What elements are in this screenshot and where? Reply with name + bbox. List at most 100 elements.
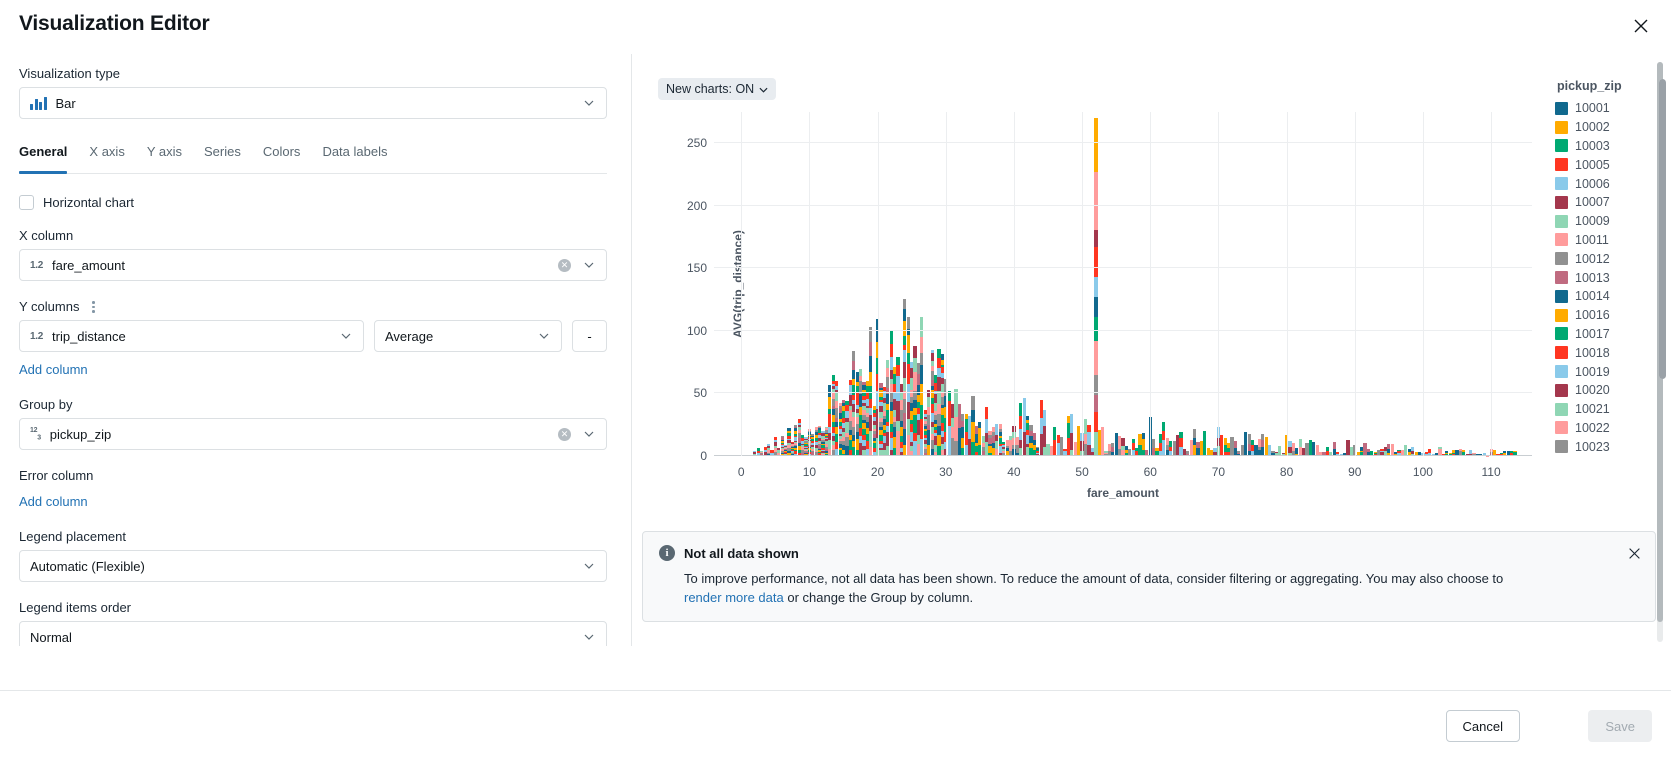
add-y-column-link[interactable]: Add column xyxy=(19,362,88,377)
y-column-value: trip_distance xyxy=(52,328,126,344)
cancel-button[interactable]: Cancel xyxy=(1445,710,1520,742)
y-column-select[interactable]: 1.2 trip_distance xyxy=(19,320,364,352)
legend-item[interactable]: 10016 xyxy=(1555,306,1663,325)
new-charts-label: New charts: ON xyxy=(666,82,755,96)
close-icon[interactable] xyxy=(1625,544,1643,562)
chart-preview: AVG(trip_distance) fare_amount 0 50 100 150… xyxy=(632,100,1532,500)
legend-item[interactable]: 10018 xyxy=(1555,343,1663,362)
y-axis-tick: 250 xyxy=(686,136,707,151)
numeric-type-icon: 123 xyxy=(30,426,41,442)
legend-item[interactable]: 10002 xyxy=(1555,118,1663,137)
bar-segment xyxy=(1093,412,1098,433)
render-more-data-link[interactable]: render more data xyxy=(684,588,784,607)
bar-segment xyxy=(920,384,924,405)
tab-series[interactable]: Series xyxy=(193,144,252,173)
tab-general[interactable]: General xyxy=(19,144,78,174)
x-column-select[interactable]: 1.2 fare_amount ✕ xyxy=(19,249,607,281)
bar-segment xyxy=(889,343,893,358)
page-title: Visualization Editor xyxy=(19,12,210,35)
bar-segment xyxy=(1298,438,1302,448)
y-gridline xyxy=(714,267,1532,269)
bar-segment xyxy=(1093,432,1098,456)
legend-placement-select[interactable]: Automatic (Flexible) xyxy=(19,550,607,582)
chevron-down-icon xyxy=(582,258,596,272)
legend-swatch xyxy=(1555,252,1568,266)
bar-segment xyxy=(1141,432,1146,440)
legend-label: 10001 xyxy=(1575,101,1610,116)
legend-item[interactable]: 10003 xyxy=(1555,137,1663,156)
numeric-type-icon: 1.2 xyxy=(30,330,44,342)
banner-text-before-link: To improve performance, not all data has… xyxy=(684,571,1504,586)
legend-item[interactable]: 10020 xyxy=(1555,381,1663,400)
chart-legend: pickup_zip 10001 10002 10003 10005 10006 1000… xyxy=(1555,79,1666,456)
legend-swatch xyxy=(1555,421,1568,435)
legend-item[interactable]: 10023 xyxy=(1555,437,1663,456)
legend-item[interactable]: 10001 xyxy=(1555,99,1663,118)
legend-label: 10018 xyxy=(1575,345,1610,360)
clear-group-by-icon[interactable]: ✕ xyxy=(558,427,571,441)
legend-item[interactable]: 10011 xyxy=(1555,231,1663,250)
x-axis-tick: 110 xyxy=(1481,465,1501,479)
legend-item[interactable]: 10009 xyxy=(1555,212,1663,231)
bar-segment xyxy=(858,368,863,376)
x-gridline xyxy=(809,112,811,456)
legend-item[interactable]: 10006 xyxy=(1555,174,1663,193)
new-charts-toggle[interactable]: New charts: ON xyxy=(658,78,777,100)
x-axis-tick: 30 xyxy=(939,465,953,479)
group-by-group: Group by 123 pickup_zip ✕ xyxy=(19,397,613,450)
y-columns-menu-icon[interactable] xyxy=(89,299,98,315)
legend-item[interactable]: 10014 xyxy=(1555,287,1663,306)
legend-swatch xyxy=(1555,139,1568,153)
x-axis-tick: 40 xyxy=(1007,465,1021,479)
viz-type-value: Bar xyxy=(55,95,76,111)
visualization-editor-modal: Visualization Editor Visualization type … xyxy=(0,0,1671,763)
viz-type-select[interactable]: Bar xyxy=(19,87,607,119)
horizontal-chart-row[interactable]: Horizontal chart xyxy=(19,195,613,210)
legend-item[interactable]: 10007 xyxy=(1555,193,1663,212)
tab-y-axis[interactable]: Y axis xyxy=(136,144,193,173)
add-error-column-link[interactable]: Add column xyxy=(19,494,88,509)
not-all-data-banner: i Not all data shown To improve performa… xyxy=(642,531,1656,622)
tab-x-axis[interactable]: X axis xyxy=(78,144,135,173)
tab-data-labels[interactable]: Data labels xyxy=(311,144,398,173)
x-gridline xyxy=(1491,112,1493,456)
legend-label: 10011 xyxy=(1575,232,1609,247)
x-axis-tick: 50 xyxy=(1075,465,1089,479)
legend-label: 10023 xyxy=(1575,439,1610,454)
legend-label: 10005 xyxy=(1575,157,1610,172)
legend-order-select[interactable]: Normal xyxy=(19,621,607,646)
legend-item[interactable]: 10013 xyxy=(1555,268,1663,287)
legend-scrollbar[interactable] xyxy=(1659,79,1666,379)
tab-colors[interactable]: Colors xyxy=(252,144,312,173)
bar-segment xyxy=(1192,429,1197,438)
scrollbar-thumb[interactable] xyxy=(1659,79,1666,379)
legend-item[interactable]: 10012 xyxy=(1555,249,1663,268)
bar-segment xyxy=(971,409,975,423)
banner-title: Not all data shown xyxy=(684,545,799,561)
legend-item[interactable]: 10019 xyxy=(1555,362,1663,381)
legend-swatch xyxy=(1555,120,1568,134)
remove-y-column-button[interactable]: - xyxy=(572,320,607,352)
legend-item[interactable]: 10005 xyxy=(1555,155,1663,174)
bar-segment xyxy=(1233,441,1238,449)
bar-segment xyxy=(1093,297,1098,318)
close-icon[interactable] xyxy=(1629,14,1653,38)
bar-segment xyxy=(835,393,839,402)
legend-order-label: Legend items order xyxy=(19,600,132,615)
horizontal-chart-checkbox[interactable] xyxy=(19,195,34,210)
chevron-down-icon xyxy=(582,559,596,573)
group-by-select[interactable]: 123 pickup_zip ✕ xyxy=(19,418,607,450)
y-aggregate-select[interactable]: Average xyxy=(374,320,562,352)
legend-item[interactable]: 10021 xyxy=(1555,400,1663,419)
legend-item[interactable]: 10017 xyxy=(1555,325,1663,344)
bar-segment xyxy=(971,396,975,410)
banner-text-after-link: or change the Group by column. xyxy=(783,590,974,605)
legend-title: pickup_zip xyxy=(1557,79,1622,93)
banner-body: To improve performance, not all data has… xyxy=(684,569,1514,607)
legend-item[interactable]: 10022 xyxy=(1555,419,1663,438)
x-gridline xyxy=(1354,112,1356,456)
bar-segment xyxy=(1032,433,1036,441)
bar-segment xyxy=(906,335,910,354)
horizontal-chart-label: Horizontal chart xyxy=(43,195,135,210)
clear-x-column-icon[interactable]: ✕ xyxy=(558,258,571,272)
